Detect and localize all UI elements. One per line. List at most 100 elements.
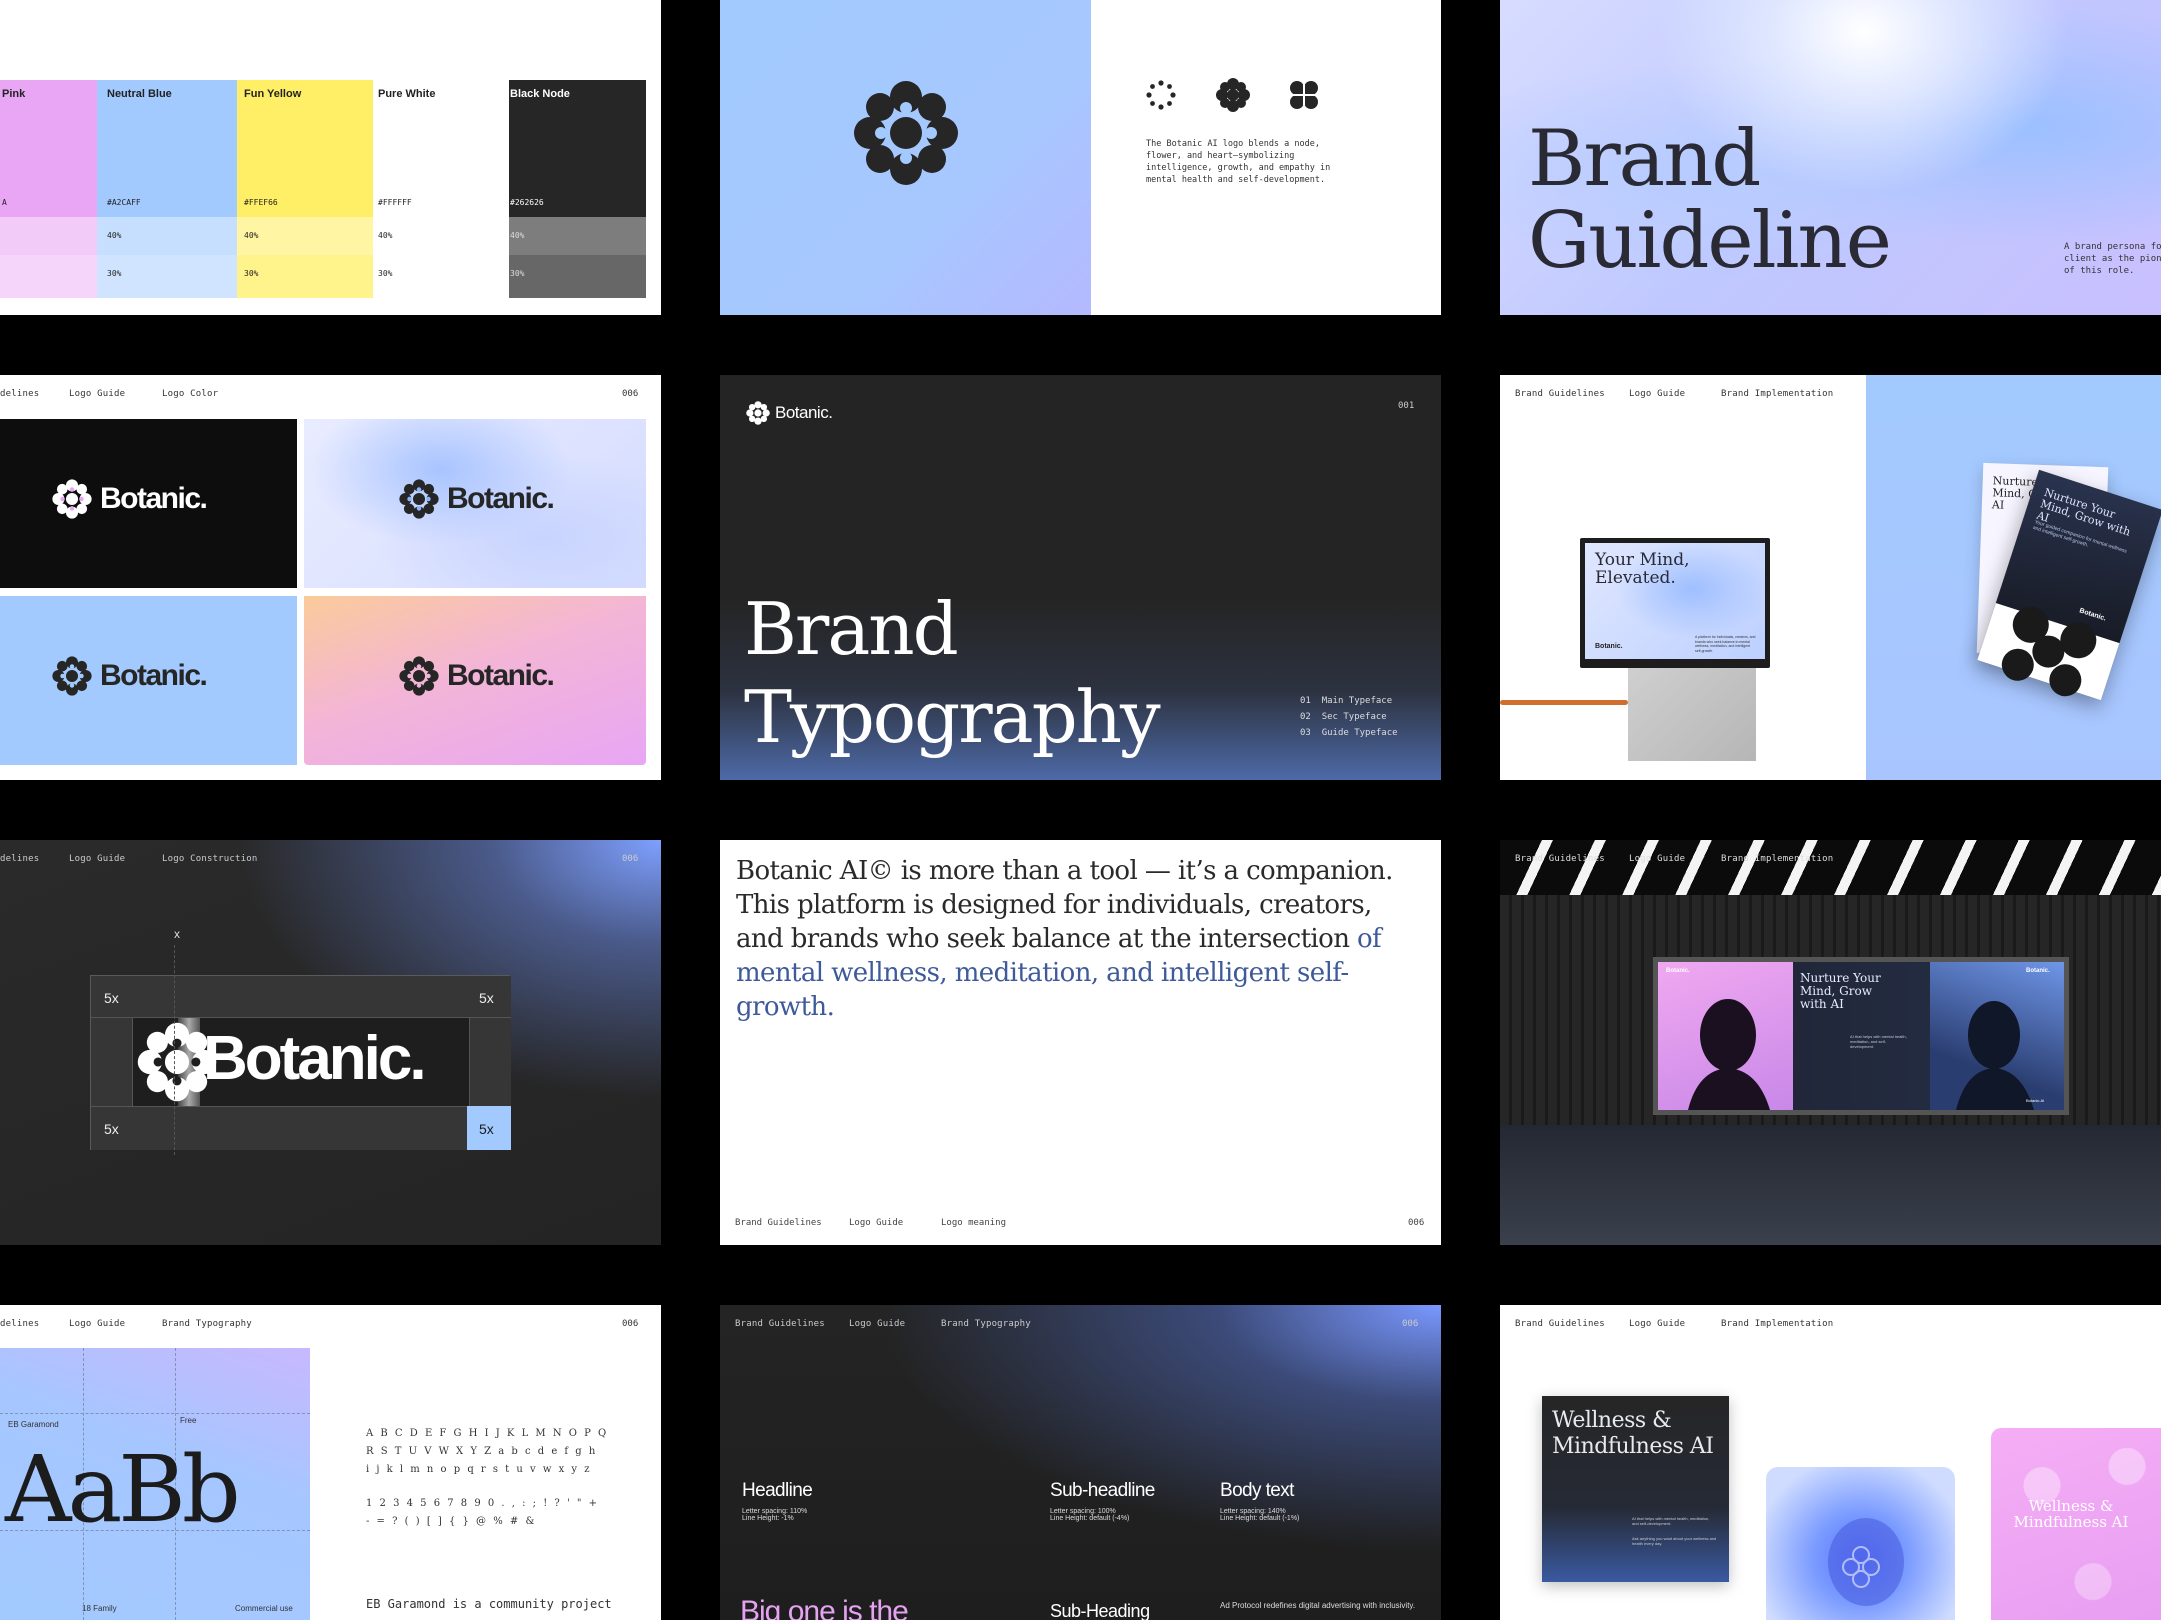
ai-head-card xyxy=(1766,1467,1955,1620)
swatch-blue-30-label: 30% xyxy=(107,269,122,278)
x-unit-label: x xyxy=(174,927,180,941)
botanic-logo-icon xyxy=(746,401,770,425)
logo-on-blue: Botanic. xyxy=(0,596,297,765)
typeface-use-label: Commercial use xyxy=(235,1604,293,1613)
typeface-toc: 01 Main Typeface 02 Sec Typeface 03 Guid… xyxy=(1300,693,1398,741)
toc-item[interactable]: 01 Main Typeface xyxy=(1300,693,1398,709)
nav-item[interactable]: Logo Guide xyxy=(1629,389,1685,399)
page-number: 001 xyxy=(1398,401,1415,411)
type-spec-name: Body text xyxy=(1220,1480,1294,1501)
swatch-blue-40-label: 40% xyxy=(107,231,122,240)
clearspace-grid: 5x 5x 5x 5x Botanic. xyxy=(90,975,511,1150)
cable xyxy=(1500,700,1628,705)
glyph-row: - = ? ( ) [ ] { } @ % # & xyxy=(366,1516,537,1527)
logo-construction-slide: delines Logo Guide Logo Construction 006… xyxy=(0,840,661,1245)
poster-title: Wellness & Mindfulness AI xyxy=(1552,1408,1714,1459)
node-icon xyxy=(1146,80,1176,110)
nav-item[interactable]: Logo Color xyxy=(162,389,218,399)
brand-implementation-slide: Brand Guidelines Logo Guide Brand Implem… xyxy=(1500,375,2161,780)
grid-top xyxy=(91,976,511,1018)
glyph-set: A B C D E F G H I J K L M N O P Q R S T … xyxy=(366,1425,608,1531)
nav-item[interactable]: Brand Guidelines xyxy=(1515,1319,1605,1329)
nav-item[interactable]: Logo Construction xyxy=(162,854,258,864)
portrait-silhouette-icon xyxy=(1688,999,1770,1110)
nav-item[interactable]: Brand Implementation xyxy=(1721,854,1833,864)
logo-meaning-text: The Botanic AI logo blends a node, flowe… xyxy=(1146,139,1331,185)
brand-statement-slide: Botanic AI© is more than a tool — it’s a… xyxy=(720,840,1441,1245)
billboard-copy: AI that helps with mental health, medita… xyxy=(1850,1034,1907,1049)
logo-meaning-slide: The Botanic AI logo blends a node, flowe… xyxy=(720,0,1441,315)
swatch-blue-hex: #A2CAFF xyxy=(107,198,141,207)
nav-item[interactable]: Brand Guidelines xyxy=(735,1218,822,1228)
nav-item[interactable]: Brand Guidelines xyxy=(735,1319,825,1329)
poster-item: Ask anything you want about your wellnes… xyxy=(1632,1536,1717,1546)
nav-item[interactable]: Logo Guide xyxy=(69,389,125,399)
swatch-black-40-label: 40% xyxy=(510,231,525,240)
swatch-pink-30 xyxy=(0,255,97,298)
swatch-pink-hex: A xyxy=(2,198,7,207)
cover-note: A brand persona fo client as the pion of… xyxy=(2064,242,2161,276)
poster-item: AI that helps with mental health, medita… xyxy=(1632,1516,1710,1526)
type-spec-detail: Letter spacing: 140% xyxy=(1220,1508,1286,1515)
nav-item[interactable]: Brand Guidelines xyxy=(1515,389,1605,399)
clearspace-tag: 5x xyxy=(479,1121,494,1137)
billboard-headline: Nurture Your Mind, Grow with AI xyxy=(1800,971,1881,1011)
guide-line xyxy=(174,945,175,1155)
swatch-black-30 xyxy=(509,255,646,298)
nav-item[interactable]: Brand Typography xyxy=(941,1319,1031,1329)
nav-item[interactable]: Logo Guide xyxy=(1629,1319,1685,1329)
nav-item[interactable]: Brand Typography xyxy=(162,1319,252,1329)
sample-body: Ad Protocol redefines digital advertisin… xyxy=(1220,1601,1416,1610)
panel-brand: Botanic. xyxy=(2026,968,2050,974)
grid-left xyxy=(91,1018,133,1106)
panel-url: Botanic.AI xyxy=(2026,1098,2045,1103)
toc-item[interactable]: 02 Sec Typeface xyxy=(1300,709,1398,725)
blue-portrait-panel: Botanic. Botanic.AI xyxy=(1930,962,2064,1110)
nav-item[interactable]: delines xyxy=(0,1319,39,1329)
brand-statement: Botanic AI© is more than a tool — it’s a… xyxy=(736,854,1426,1024)
typography-title-line1: Brand xyxy=(744,587,959,671)
type-spec-name: Headline xyxy=(742,1480,813,1501)
nav-item[interactable]: Brand Guidelines xyxy=(1515,854,1605,864)
swatch-black-40 xyxy=(509,217,646,255)
type-spec-subheadline: Sub-headline Letter spacing: 100% Line H… xyxy=(1050,1480,1155,1522)
nav-item[interactable]: delines xyxy=(0,854,39,864)
toc-item[interactable]: 03 Guide Typeface xyxy=(1300,725,1398,741)
head-profile-icon xyxy=(1828,1518,1904,1606)
specimen-panel: EB Garamond Free 18 Family Commercial us… xyxy=(0,1348,310,1620)
grid-bottom xyxy=(91,1106,511,1150)
cover-title-line2: Guideline xyxy=(1528,196,1892,286)
swatch-white-30-label: 30% xyxy=(378,269,393,278)
logo-panel xyxy=(720,0,1091,315)
swatch-white-40-label: 40% xyxy=(378,231,393,240)
nav-item[interactable]: delines xyxy=(0,389,39,399)
swatch-black-node xyxy=(509,80,646,217)
nav-item[interactable]: Logo Guide xyxy=(69,854,125,864)
page-number: 006 xyxy=(1402,1319,1419,1329)
nav-item[interactable]: Logo Guide xyxy=(849,1218,903,1228)
swatch-yellow-30-label: 30% xyxy=(244,269,259,278)
billboard-mockup-slide: Brand Guidelines Logo Guide Brand Implem… xyxy=(1500,840,2161,1245)
nav-item[interactable]: Brand Implementation xyxy=(1721,1319,1833,1329)
type-spec-name: Sub-headline xyxy=(1050,1480,1155,1501)
swatch-pink-40 xyxy=(0,217,97,255)
nav-item[interactable]: Logo Guide xyxy=(69,1319,125,1329)
glyph-row: 1 2 3 4 5 6 7 8 9 0 . , : ; ! ? ' " + xyxy=(366,1498,600,1509)
portrait-silhouette-icon xyxy=(1956,1001,2034,1110)
statement-text: Botanic AI© is more than a tool — it’s a… xyxy=(736,856,1393,954)
clearspace-tag: 5x xyxy=(479,990,494,1006)
pink-card: Wellness & Mindfulness AI xyxy=(1991,1428,2161,1620)
typeface-description: EB Garamond is a community project xyxy=(366,1597,612,1611)
nav-item[interactable]: Brand Implementation xyxy=(1721,389,1833,399)
swatch-black-label: Black Node xyxy=(510,88,570,100)
swatch-pink xyxy=(0,80,97,217)
nav-item[interactable]: Logo Guide xyxy=(849,1319,905,1329)
logo-wordmark: Botanic. xyxy=(447,659,555,692)
sign-copy: A platform for individuals, creators, an… xyxy=(1695,635,1756,653)
type-spec-body: Body text Letter spacing: 140% Line Heig… xyxy=(1220,1480,1299,1522)
typography-title-line2: Typography xyxy=(744,675,1161,759)
nav-item[interactable]: Logo meaning xyxy=(941,1218,1006,1228)
logo-wordmark: Botanic. xyxy=(203,1024,427,1093)
sample-headline: Big one is the xyxy=(740,1595,909,1620)
nav-item[interactable]: Logo Guide xyxy=(1629,854,1685,864)
